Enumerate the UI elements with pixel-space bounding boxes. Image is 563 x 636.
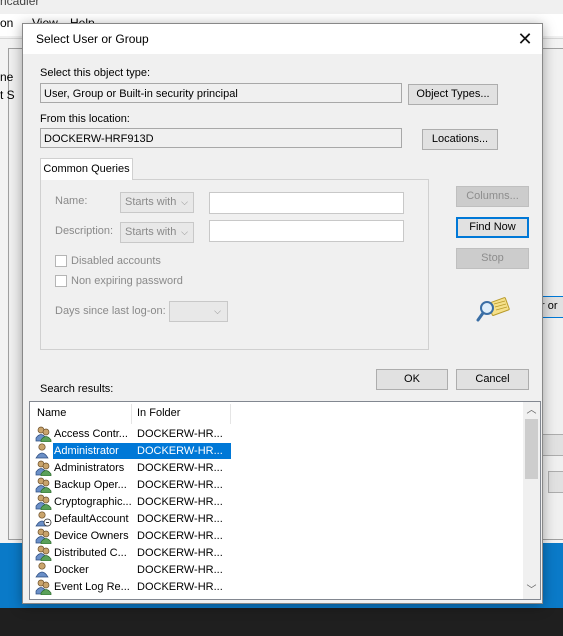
column-header-name[interactable]: Name <box>37 402 66 424</box>
dialog-title: Select User or Group <box>36 32 149 46</box>
columns-button[interactable]: Columns... <box>456 186 529 207</box>
description-input[interactable] <box>209 220 404 242</box>
row-name: Event Log Re... <box>54 581 130 593</box>
table-row[interactable]: Access Contr... DOCKERW-HR... <box>32 426 528 443</box>
background-title: hcadler <box>0 0 40 8</box>
row-folder: DOCKERW-HR... <box>137 479 223 491</box>
background-button[interactable] <box>548 471 563 493</box>
non-expiring-password-label: Non expiring password <box>71 275 183 287</box>
table-row[interactable]: Device Owners DOCKERW-HR... <box>32 528 528 545</box>
disabled-accounts-label: Disabled accounts <box>71 255 161 267</box>
column-header-in-folder[interactable]: In Folder <box>137 402 180 424</box>
description-match-select[interactable]: Starts with ⌵ <box>120 222 194 243</box>
search-results-list[interactable]: Name In Folder Access Contr... DOCKERW-HR… <box>29 401 541 600</box>
row-folder: DOCKERW-HR... <box>137 428 223 440</box>
search-results-label: Search results: <box>40 383 114 395</box>
scrollbar-thumb[interactable] <box>525 419 538 479</box>
table-row[interactable]: Administrator DOCKERW-HR... <box>32 443 528 460</box>
row-name: Cryptographic... <box>54 496 132 508</box>
row-folder: DOCKERW-HR... <box>137 462 223 474</box>
row-name: Administrators <box>54 462 125 474</box>
background-menu-item[interactable]: on <box>0 16 13 30</box>
user-icon <box>35 562 52 578</box>
row-folder: DOCKERW-HR... <box>137 564 223 576</box>
object-types-button[interactable]: Object Types... <box>408 84 498 105</box>
row-folder: DOCKERW-HR... <box>137 445 223 457</box>
disabled-accounts-checkbox[interactable] <box>55 255 67 267</box>
background-label: ne <box>0 70 14 84</box>
chevron-down-icon: ⌵ <box>181 197 188 207</box>
row-name: Backup Oper... <box>54 479 127 491</box>
days-since-logon-select[interactable]: ⌵ <box>169 301 228 322</box>
close-icon[interactable]: ✕ <box>508 24 542 54</box>
table-row[interactable]: Cryptographic... DOCKERW-HR... <box>32 494 528 511</box>
row-name: Docker <box>54 564 89 576</box>
find-now-button[interactable]: Find Now <box>456 217 529 238</box>
background-label: t S <box>0 88 15 102</box>
column-divider[interactable] <box>131 404 132 424</box>
days-since-logon-label: Days since last log-on: <box>55 305 166 317</box>
location-label: From this location: <box>40 113 130 125</box>
column-divider[interactable] <box>230 404 231 424</box>
name-match-value: Starts with <box>125 196 177 208</box>
table-row[interactable]: Docker DOCKERW-HR... <box>32 562 528 579</box>
table-row[interactable]: Event Log Re... DOCKERW-HR... <box>32 579 528 596</box>
row-folder: DOCKERW-HR... <box>137 513 223 525</box>
chevron-down-icon: ⌵ <box>214 306 221 316</box>
ok-button[interactable]: OK <box>376 369 448 390</box>
row-folder: DOCKERW-HR... <box>137 581 223 593</box>
table-row[interactable]: DefaultAccount DOCKERW-HR... <box>32 511 528 528</box>
row-name: Distributed C... <box>54 547 127 559</box>
table-row[interactable]: Backup Oper... DOCKERW-HR... <box>32 477 528 494</box>
group-icon <box>35 460 52 477</box>
chevron-down-icon: ⌵ <box>181 227 188 237</box>
group-icon <box>35 477 52 494</box>
dialog-titlebar: Select User or Group ✕ <box>23 24 542 54</box>
object-type-label: Select this object type: <box>40 67 151 79</box>
row-folder: DOCKERW-HR... <box>137 547 223 559</box>
table-row[interactable]: Distributed C... DOCKERW-HR... <box>32 545 528 562</box>
group-icon <box>35 579 52 596</box>
row-name: DefaultAccount <box>54 513 129 525</box>
group-icon <box>35 426 52 443</box>
row-name: Access Contr... <box>54 428 128 440</box>
stop-button[interactable]: Stop <box>456 248 529 269</box>
row-name: Administrator <box>54 445 119 457</box>
background-button[interactable] <box>541 434 563 456</box>
group-icon <box>35 494 52 511</box>
description-match-value: Starts with <box>125 226 177 238</box>
row-folder: DOCKERW-HR... <box>137 530 223 542</box>
disabled-user-icon <box>35 511 52 527</box>
locations-button[interactable]: Locations... <box>422 129 498 150</box>
name-input[interactable] <box>209 192 404 214</box>
cancel-button[interactable]: Cancel <box>456 369 529 390</box>
name-match-select[interactable]: Starts with ⌵ <box>120 192 194 213</box>
row-name: Device Owners <box>54 530 129 542</box>
user-icon <box>35 443 52 459</box>
vertical-scrollbar[interactable]: ︿ ﹀ <box>523 402 540 599</box>
non-expiring-password-checkbox[interactable] <box>55 275 67 287</box>
select-user-dialog: Select User or Group ✕ Select this objec… <box>22 23 543 604</box>
description-label: Description: <box>55 225 114 237</box>
name-label: Name: <box>55 195 88 207</box>
table-row[interactable]: Administrators DOCKERW-HR... <box>32 460 528 477</box>
location-field: DOCKERW-HRF913D <box>40 128 402 148</box>
row-folder: DOCKERW-HR... <box>137 496 223 508</box>
tab-common-queries[interactable]: Common Queries <box>40 158 133 180</box>
background-button[interactable]: r or <box>540 296 563 318</box>
taskbar <box>0 608 563 636</box>
object-type-field: User, Group or Built-in security princip… <box>40 83 402 103</box>
group-icon <box>35 545 52 562</box>
scroll-up-icon[interactable]: ︿ <box>523 402 540 419</box>
search-icon <box>476 297 510 322</box>
scroll-down-icon[interactable]: ﹀ <box>523 582 540 599</box>
group-icon <box>35 528 52 545</box>
